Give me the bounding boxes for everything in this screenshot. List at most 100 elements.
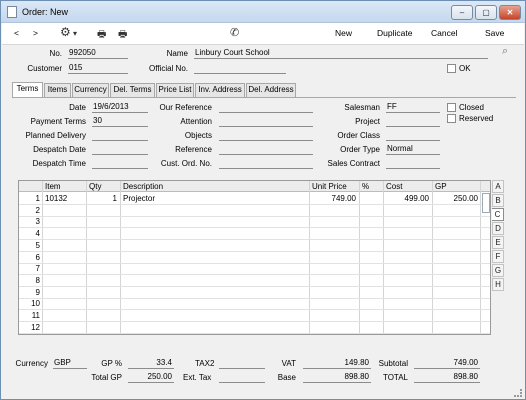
side-tab-f[interactable]: F bbox=[492, 250, 504, 263]
unit-price-cell[interactable] bbox=[310, 275, 356, 287]
gp-cell[interactable] bbox=[433, 275, 478, 287]
tab-currency[interactable]: Currency bbox=[72, 83, 109, 97]
column-header-item[interactable]: Item bbox=[45, 181, 61, 192]
side-tab-d[interactable]: D bbox=[492, 222, 504, 235]
description-cell[interactable] bbox=[123, 310, 307, 322]
project-field[interactable] bbox=[386, 116, 440, 127]
percent-cell[interactable] bbox=[360, 216, 381, 228]
payment-terms-field[interactable]: 30 bbox=[92, 116, 148, 127]
column-header-unit-price[interactable]: Unit Price bbox=[312, 181, 347, 192]
currency-field[interactable]: GBP bbox=[53, 358, 87, 369]
gp-cell[interactable] bbox=[433, 252, 478, 264]
gp-cell[interactable] bbox=[433, 240, 478, 252]
description-cell[interactable] bbox=[123, 252, 307, 264]
description-cell[interactable] bbox=[123, 240, 307, 252]
print-icon[interactable]: 🖶 bbox=[97, 27, 106, 44]
cost-cell[interactable] bbox=[384, 322, 429, 334]
percent-cell[interactable] bbox=[360, 275, 381, 287]
table-row[interactable]: 11 bbox=[19, 310, 490, 322]
qty-cell[interactable] bbox=[87, 287, 117, 299]
description-cell[interactable] bbox=[123, 228, 307, 240]
print-preview-icon[interactable]: 🖶 bbox=[118, 27, 127, 44]
gp-cell[interactable] bbox=[433, 216, 478, 228]
column-header-percent[interactable]: % bbox=[362, 181, 369, 192]
salesman-field[interactable]: FF bbox=[386, 102, 440, 113]
our-reference-field[interactable] bbox=[219, 102, 313, 113]
table-row[interactable]: 7 bbox=[19, 263, 490, 276]
qty-cell[interactable] bbox=[87, 275, 117, 287]
sales-contract-field[interactable] bbox=[386, 158, 440, 169]
qty-cell[interactable] bbox=[87, 205, 117, 217]
cost-cell[interactable] bbox=[384, 252, 429, 264]
tab-items[interactable]: Items bbox=[44, 83, 71, 97]
attention-field[interactable] bbox=[219, 116, 313, 127]
item-cell[interactable] bbox=[45, 310, 85, 322]
column-header-cost[interactable]: Cost bbox=[386, 181, 402, 192]
order-class-field[interactable] bbox=[386, 130, 440, 141]
item-cell[interactable] bbox=[45, 228, 85, 240]
qty-cell[interactable] bbox=[87, 240, 117, 252]
unit-price-cell[interactable] bbox=[310, 298, 356, 310]
percent-cell[interactable] bbox=[360, 193, 381, 205]
gp-cell[interactable] bbox=[433, 322, 478, 334]
table-row[interactable]: 3 bbox=[19, 216, 490, 229]
cost-cell[interactable] bbox=[384, 216, 429, 228]
description-cell[interactable] bbox=[123, 298, 307, 310]
percent-cell[interactable] bbox=[360, 322, 381, 334]
tab-price-list[interactable]: Price List bbox=[156, 83, 194, 97]
new-button[interactable]: New bbox=[335, 28, 352, 38]
tab-del-address[interactable]: Del. Address bbox=[246, 83, 296, 97]
gp-cell[interactable] bbox=[433, 298, 478, 310]
despatch-time-field[interactable] bbox=[92, 158, 148, 169]
attachment-icon[interactable]: ⌕ bbox=[502, 45, 508, 58]
column-header-gp[interactable]: GP bbox=[435, 181, 447, 192]
side-tab-e[interactable]: E bbox=[492, 236, 504, 249]
description-cell[interactable] bbox=[123, 287, 307, 299]
cust-ord-no-field[interactable] bbox=[219, 158, 313, 169]
table-row[interactable]: 10 bbox=[19, 298, 490, 311]
percent-cell[interactable] bbox=[360, 252, 381, 264]
table-row[interactable]: 1 10132 1 Projector 749.00 499.00 250.00 bbox=[19, 193, 490, 205]
gp-cell[interactable] bbox=[433, 263, 478, 275]
gear-icon[interactable]: ⚙ bbox=[60, 25, 71, 39]
qty-cell[interactable] bbox=[87, 263, 117, 275]
planned-delivery-field[interactable] bbox=[92, 130, 148, 141]
qty-cell[interactable]: 1 bbox=[87, 193, 117, 205]
title-bar[interactable]: Order: New – ▢ ✕ bbox=[1, 1, 525, 23]
item-cell[interactable] bbox=[45, 240, 85, 252]
column-header-description[interactable]: Description bbox=[123, 181, 163, 192]
table-row[interactable]: 8 bbox=[19, 275, 490, 287]
column-header-qty[interactable]: Qty bbox=[89, 181, 101, 192]
objects-field[interactable] bbox=[219, 130, 313, 141]
despatch-date-field[interactable] bbox=[92, 144, 148, 155]
maximize-button[interactable]: ▢ bbox=[475, 5, 497, 20]
qty-cell[interactable] bbox=[87, 298, 117, 310]
unit-price-cell[interactable] bbox=[310, 287, 356, 299]
close-button[interactable]: ✕ bbox=[499, 5, 521, 20]
chevron-down-icon[interactable]: ▾ bbox=[73, 29, 77, 38]
table-row[interactable]: 12 bbox=[19, 322, 490, 334]
percent-cell[interactable] bbox=[360, 240, 381, 252]
date-field[interactable]: 19/6/2013 bbox=[92, 102, 148, 113]
qty-cell[interactable] bbox=[87, 252, 117, 264]
qty-cell[interactable] bbox=[87, 216, 117, 228]
unit-price-cell[interactable] bbox=[310, 263, 356, 275]
percent-cell[interactable] bbox=[360, 263, 381, 275]
unit-price-cell[interactable] bbox=[310, 216, 356, 228]
side-tab-c[interactable]: C bbox=[492, 208, 504, 221]
item-cell[interactable]: 10132 bbox=[45, 193, 85, 205]
gp-cell[interactable] bbox=[433, 310, 478, 322]
cost-cell[interactable] bbox=[384, 263, 429, 275]
back-icon[interactable]: < bbox=[14, 28, 19, 38]
item-cell[interactable] bbox=[45, 275, 85, 287]
customer-field[interactable]: 015 bbox=[68, 63, 128, 74]
tab-del-terms[interactable]: Del. Terms bbox=[110, 83, 155, 97]
table-row[interactable]: 4 bbox=[19, 228, 490, 241]
unit-price-cell[interactable] bbox=[310, 322, 356, 334]
description-cell[interactable] bbox=[123, 322, 307, 334]
unit-price-cell[interactable] bbox=[310, 205, 356, 217]
item-cell[interactable] bbox=[45, 322, 85, 334]
table-row[interactable]: 5 bbox=[19, 240, 490, 252]
duplicate-button[interactable]: Duplicate bbox=[377, 28, 412, 38]
cost-cell[interactable] bbox=[384, 287, 429, 299]
